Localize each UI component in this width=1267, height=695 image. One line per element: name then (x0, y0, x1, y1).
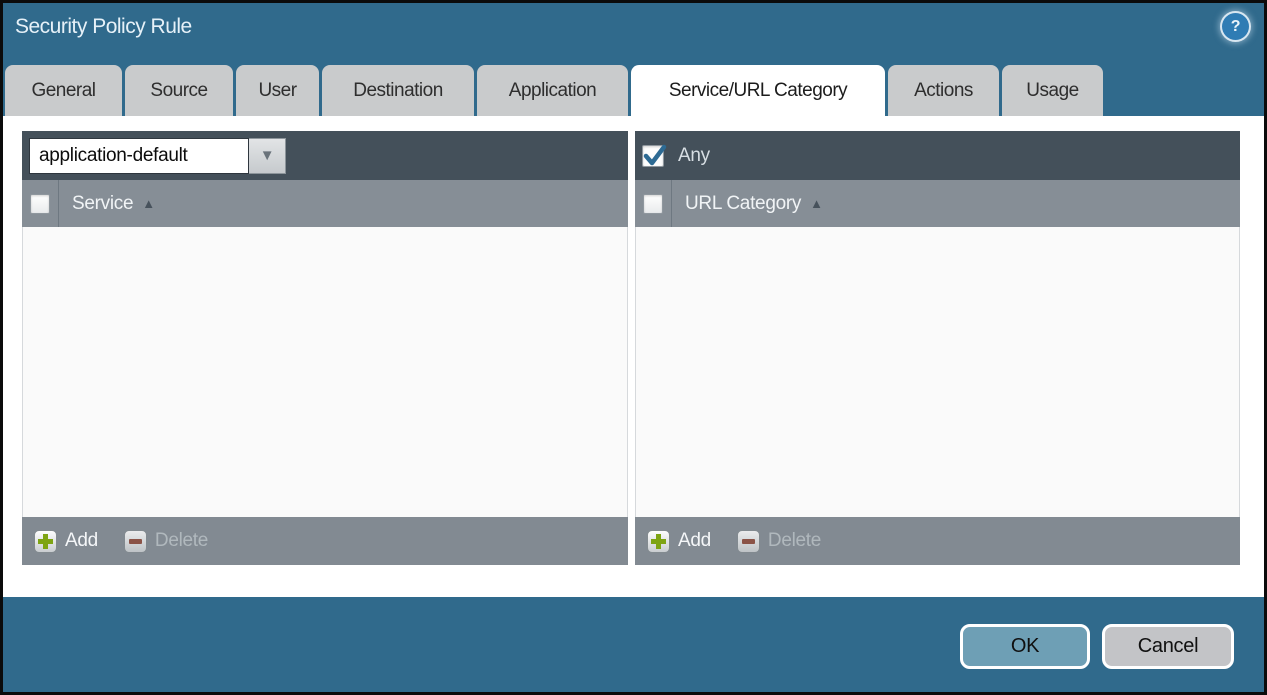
service-column-header[interactable]: Service ▲ (22, 180, 628, 227)
url-category-add-button[interactable]: Add (647, 530, 711, 553)
any-checkbox[interactable] (642, 145, 664, 167)
service-type-input[interactable] (29, 138, 249, 174)
service-type-dropdown[interactable]: ▼ (29, 138, 286, 174)
dropdown-arrow-button[interactable]: ▼ (249, 138, 286, 174)
tab-usage[interactable]: Usage (1002, 65, 1103, 116)
delete-icon (737, 530, 760, 553)
tab-user[interactable]: User (236, 65, 319, 116)
url-category-list (635, 227, 1240, 517)
service-column-label: Service (72, 193, 133, 215)
service-add-button[interactable]: Add (34, 530, 98, 553)
service-panel: ▼ Service ▲ Add Delete (22, 131, 628, 565)
tab-bar: General Source User Destination Applicat… (5, 65, 1103, 116)
url-category-panel-header: Any (635, 131, 1240, 180)
add-icon (34, 530, 57, 553)
url-category-panel-footer: Add Delete (635, 517, 1240, 565)
service-panel-header: ▼ (22, 131, 628, 180)
ok-button[interactable]: OK (960, 624, 1090, 669)
tab-actions[interactable]: Actions (888, 65, 999, 116)
tab-panel-service-url-category: ▼ Service ▲ Add Delete (3, 116, 1264, 597)
tab-general[interactable]: General (5, 65, 122, 116)
url-category-select-all-checkbox[interactable] (643, 194, 663, 214)
url-category-column-label: URL Category (685, 193, 801, 215)
add-icon (647, 530, 670, 553)
service-panel-footer: Add Delete (22, 517, 628, 565)
url-category-delete-button[interactable]: Delete (737, 530, 821, 553)
dialog-title: Security Policy Rule (15, 15, 192, 39)
any-checkbox-label: Any (678, 145, 710, 167)
tab-destination[interactable]: Destination (322, 65, 474, 116)
delete-icon (124, 530, 147, 553)
checkmark-icon (642, 143, 668, 169)
cancel-button[interactable]: Cancel (1102, 624, 1234, 669)
help-icon[interactable]: ? (1222, 13, 1249, 40)
tab-application[interactable]: Application (477, 65, 628, 116)
tab-source[interactable]: Source (125, 65, 233, 116)
chevron-down-icon: ▼ (260, 147, 275, 164)
security-policy-rule-dialog: Security Policy Rule ? General Source Us… (0, 0, 1267, 695)
sort-ascending-icon: ▲ (142, 196, 155, 211)
service-select-all-checkbox[interactable] (30, 194, 50, 214)
service-delete-button[interactable]: Delete (124, 530, 208, 553)
sort-ascending-icon: ▲ (810, 196, 823, 211)
url-category-panel: Any URL Category ▲ Add Delete (635, 131, 1240, 565)
tab-service-url-category[interactable]: Service/URL Category (631, 65, 885, 116)
service-list (22, 227, 628, 517)
url-category-column-header[interactable]: URL Category ▲ (635, 180, 1240, 227)
